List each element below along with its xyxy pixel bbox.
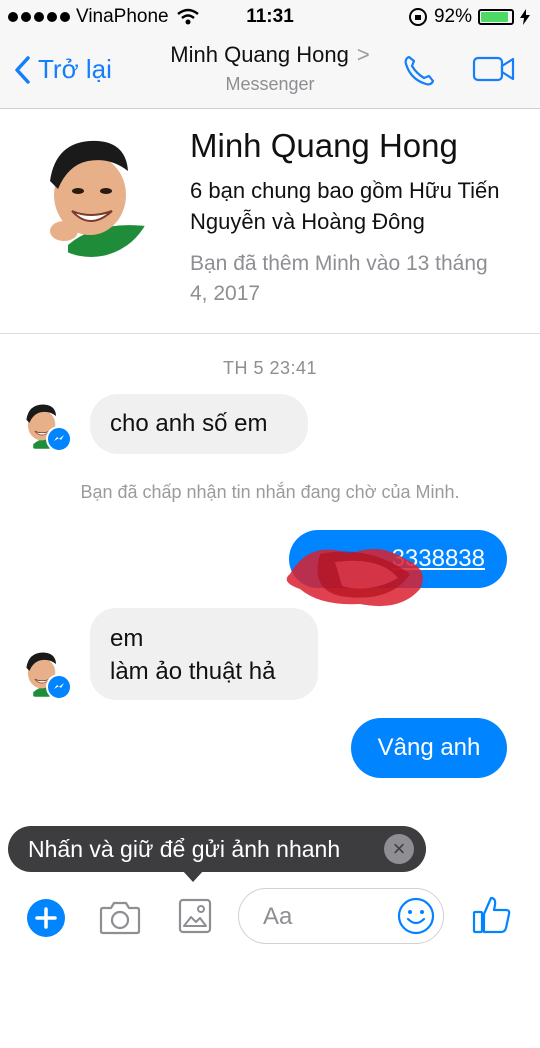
message-text-line: em xyxy=(110,625,144,652)
message-input[interactable]: Aa xyxy=(238,888,444,944)
sender-avatar[interactable] xyxy=(18,398,72,452)
close-icon: × xyxy=(392,836,406,861)
outgoing-message[interactable]: Vâng anh xyxy=(351,718,507,778)
tooltip-arrow xyxy=(182,870,204,882)
contact-name: Minh Quang Hong xyxy=(170,42,349,67)
mutual-friends: 6 bạn chung bao gồm Hữu Tiến Nguyễn và H… xyxy=(190,178,500,234)
phone-call-icon[interactable] xyxy=(402,54,436,88)
system-note: Bạn đã chấp nhận tin nhắn đang chờ của M… xyxy=(80,482,460,502)
message-timestamp: TH 5 23:41 xyxy=(222,358,318,378)
status-bar: VinaPhone 11:31 92% xyxy=(0,0,540,36)
messenger-badge-icon xyxy=(46,674,72,700)
camera-icon[interactable] xyxy=(99,898,141,936)
rotation-lock-icon xyxy=(408,8,427,26)
composer-bar: Aa xyxy=(0,884,540,950)
tooltip-close-button[interactable]: × xyxy=(384,834,414,864)
call-actions xyxy=(402,54,516,88)
message-text: cho anh số em xyxy=(110,410,268,437)
avatar-image xyxy=(28,127,154,257)
incoming-message[interactable]: cho anh số em xyxy=(90,394,308,454)
added-info: Bạn đã thêm Minh vào 13 tháng 4, 2017 xyxy=(190,252,488,305)
messenger-badge-icon xyxy=(46,426,72,452)
message-text: Vâng anh xyxy=(377,734,481,761)
emoji-icon[interactable] xyxy=(397,897,435,935)
outgoing-message-phone[interactable]: 3338838 xyxy=(289,530,507,588)
phone-number-link[interactable]: 3338838 xyxy=(392,545,485,572)
sender-avatar[interactable] xyxy=(18,646,72,700)
profile-avatar[interactable] xyxy=(28,127,154,257)
video-call-icon[interactable] xyxy=(472,54,516,84)
thumbs-up-icon[interactable] xyxy=(472,894,512,936)
add-icon[interactable] xyxy=(26,898,66,938)
quick-photo-tooltip: Nhấn và giữ để gửi ảnh nhanh × xyxy=(8,826,426,872)
photo-gallery-icon[interactable] xyxy=(178,898,212,934)
message-text-line: làm ảo thuật hả xyxy=(110,658,276,685)
status-right: 92% xyxy=(408,6,530,28)
incoming-message[interactable]: em làm ảo thuật hả xyxy=(90,608,318,700)
charging-icon xyxy=(520,9,530,25)
tooltip-text: Nhấn và giữ để gửi ảnh nhanh xyxy=(28,836,341,862)
message-input-placeholder: Aa xyxy=(263,903,293,930)
chevron-right-icon: > xyxy=(356,42,370,67)
profile-header: Minh Quang Hong 6 bạn chung bao gồm Hữu … xyxy=(0,109,540,334)
profile-name: Minh Quang Hong xyxy=(190,127,458,164)
battery-icon xyxy=(478,9,514,25)
battery-percent: 92% xyxy=(433,6,472,27)
battery-fill xyxy=(481,12,509,22)
nav-bar: Trở lại Minh Quang Hong > Messenger xyxy=(0,36,540,109)
